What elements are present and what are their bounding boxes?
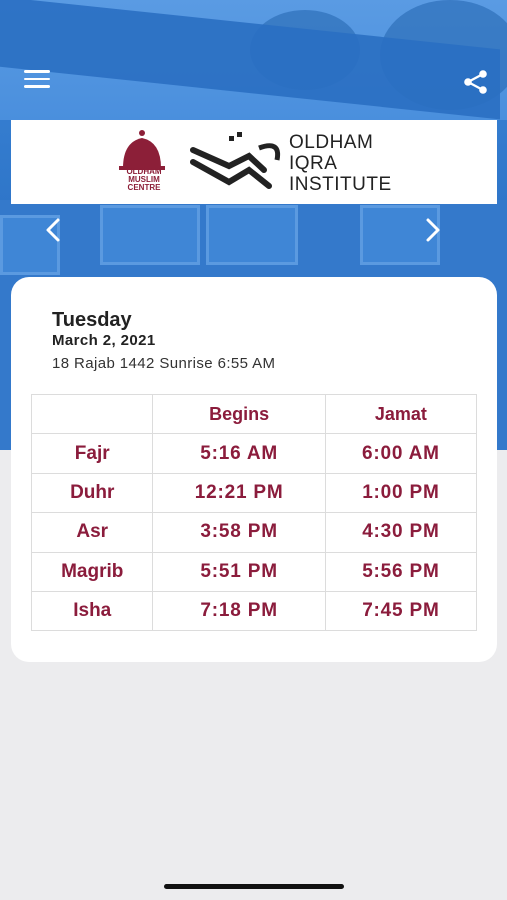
begins-time: 5:51 PM bbox=[152, 551, 326, 592]
begins-time: 5:16 AM bbox=[152, 433, 326, 474]
logo-left-text: OLDHAM MUSLIM CENTRE bbox=[113, 168, 175, 192]
logo-banner: OLDHAM MUSLIM CENTRE OLDHAM IQRA INSTITU… bbox=[11, 120, 497, 204]
next-slide-button[interactable] bbox=[420, 216, 444, 244]
table-row: Fajr 5:16 AM 6:00 AM bbox=[30, 433, 478, 474]
menu-button[interactable] bbox=[24, 70, 50, 90]
begins-time: 7:18 PM bbox=[152, 590, 326, 632]
window-pane bbox=[206, 205, 298, 265]
previous-slide-button[interactable] bbox=[42, 216, 66, 244]
prayer-name: Fajr bbox=[30, 433, 154, 474]
column-header-begins: Begins bbox=[152, 393, 326, 435]
table-row: Asr 3:58 PM 4:30 PM bbox=[30, 512, 478, 553]
jamat-time: 7:45 PM bbox=[324, 590, 478, 632]
hamburger-menu-line bbox=[24, 85, 50, 88]
table-row: Duhr 12:21 PM 1:00 PM bbox=[30, 472, 478, 514]
weekday-label: Tuesday bbox=[52, 309, 132, 331]
prayer-name: Magrib bbox=[30, 551, 154, 592]
table-row: Isha 7:18 PM 7:45 PM bbox=[30, 590, 478, 632]
jamat-time: 1:00 PM bbox=[324, 472, 478, 514]
home-indicator[interactable] bbox=[164, 884, 344, 889]
prayer-name: Asr bbox=[30, 512, 154, 553]
logo-right-line: IQRA bbox=[289, 153, 338, 174]
prayer-times-card: Tuesday March 2, 2021 18 Rajab 1442 Sunr… bbox=[11, 277, 497, 662]
jamat-time: 6:00 AM bbox=[324, 433, 478, 474]
gregorian-date: March 2, 2021 bbox=[52, 332, 156, 349]
logo-right-text: OLDHAM IQRA INSTITUTE bbox=[289, 132, 409, 195]
window-pane bbox=[100, 205, 200, 265]
prayer-name: Duhr bbox=[30, 472, 154, 514]
jamat-time: 5:56 PM bbox=[324, 551, 478, 592]
prayer-times-table: Begins Jamat Fajr 5:16 AM 6:00 AM Duhr 1… bbox=[30, 393, 478, 632]
column-header-jamat: Jamat bbox=[324, 393, 478, 435]
table-row: Magrib 5:51 PM 5:56 PM bbox=[30, 551, 478, 592]
hamburger-menu-line bbox=[24, 77, 50, 80]
logo-right-line: INSTITUTE bbox=[289, 174, 392, 195]
share-icon bbox=[464, 70, 487, 94]
share-button[interactable] bbox=[462, 68, 490, 96]
hamburger-menu-icon bbox=[24, 70, 50, 73]
iqra-calligraphy-icon bbox=[190, 132, 281, 189]
prayer-name: Isha bbox=[30, 590, 154, 632]
table-header-row: Begins Jamat bbox=[30, 393, 478, 435]
begins-time: 3:58 PM bbox=[152, 512, 326, 553]
logo-right-line: OLDHAM bbox=[289, 132, 374, 153]
chevron-right-icon bbox=[426, 218, 440, 242]
hijri-date-sunrise: 18 Rajab 1442 Sunrise 6:55 AM bbox=[52, 355, 276, 372]
jamat-time: 4:30 PM bbox=[324, 512, 478, 553]
chevron-left-icon bbox=[46, 218, 60, 242]
logo-left-line: CENTRE bbox=[127, 183, 161, 192]
begins-time: 12:21 PM bbox=[152, 472, 326, 514]
column-header-empty bbox=[30, 393, 154, 435]
oldham-muslim-centre-logo: OLDHAM MUSLIM CENTRE bbox=[113, 128, 175, 198]
